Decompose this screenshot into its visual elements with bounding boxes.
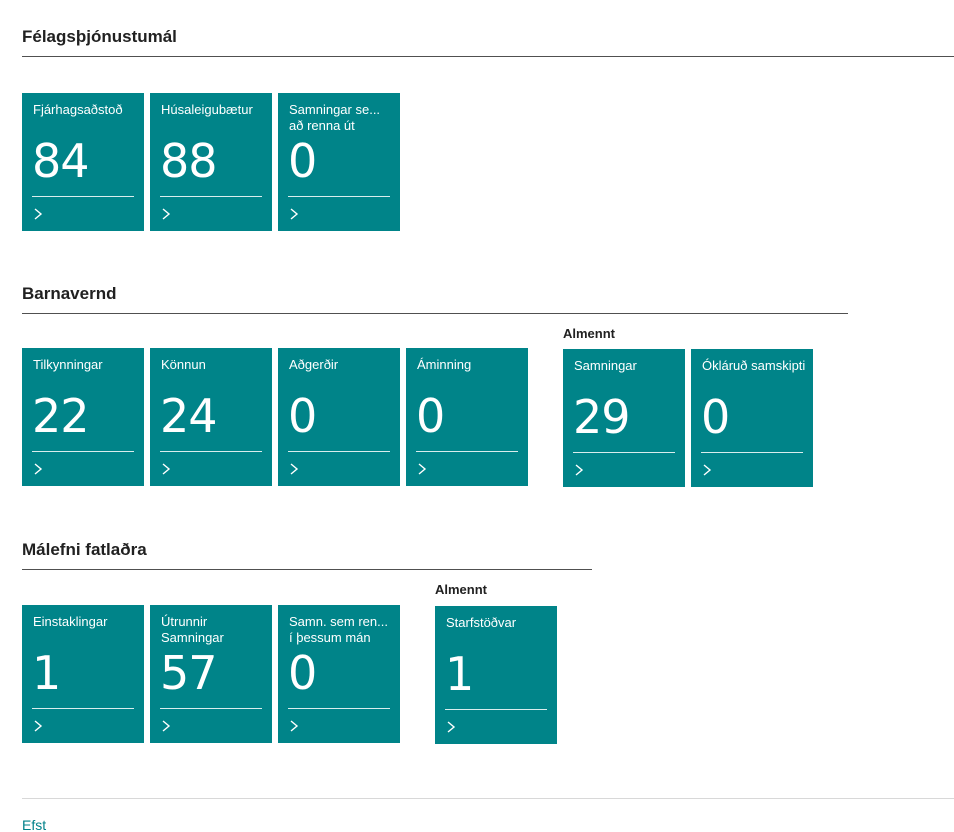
chevron-right-icon [162, 208, 171, 220]
chevron-right-icon [34, 208, 43, 220]
tile-caption: Samningar se... að renna út [289, 102, 381, 133]
tile-divider [160, 451, 262, 452]
tile-value: 0 [288, 646, 317, 700]
tile-konnun[interactable]: Könnun 24 [150, 348, 272, 486]
tile-value: 29 [573, 390, 631, 444]
tile-value: 84 [32, 134, 90, 188]
tile-caption: Aðgerðir [289, 357, 339, 372]
tile-divider [288, 196, 390, 197]
chevron-right-icon [703, 464, 712, 476]
chevron-right-icon [290, 720, 299, 732]
tile-fjarhagsadstod[interactable]: Fjárhagsaðstoð 84 [22, 93, 144, 231]
tile-divider [32, 196, 134, 197]
chevron-right-icon [575, 464, 584, 476]
tile-value: 0 [701, 390, 730, 444]
tile-value: 1 [32, 646, 61, 700]
tile-value: 57 [160, 646, 218, 700]
tile-caption: Könnun [161, 357, 206, 372]
footer-divider [22, 798, 954, 799]
chevron-right-icon [162, 463, 171, 475]
tile-divider [573, 452, 675, 453]
section-divider [22, 313, 848, 314]
chevron-right-icon [447, 721, 456, 733]
chevron-right-icon [34, 463, 43, 475]
tile-oklarud-samskipti[interactable]: Ókláruð samskipti 0 [691, 349, 813, 487]
tile-samn-sem-renna[interactable]: Samn. sem ren... í þessum mán 0 [278, 605, 400, 743]
back-to-top-link[interactable]: Efst [22, 817, 46, 832]
tile-samningar[interactable]: Samningar 29 [563, 349, 685, 487]
section-divider [22, 569, 592, 570]
tile-value: 0 [288, 389, 317, 443]
tile-divider [416, 451, 518, 452]
tile-caption: Húsaleigubætur [161, 102, 253, 117]
section-title: Málefni fatlaðra [22, 540, 147, 559]
tile-caption: Tilkynningar [33, 357, 103, 372]
tile-divider [288, 708, 390, 709]
tile-value: 1 [445, 647, 474, 701]
tile-einstaklingar[interactable]: Einstaklingar 1 [22, 605, 144, 743]
tile-husaleigubaetur[interactable]: Húsaleigubætur 88 [150, 93, 272, 231]
tile-caption: Ókláruð samskipti [702, 358, 806, 373]
tile-utrunnir-samningar[interactable]: Útrunnir Samningar 57 [150, 605, 272, 743]
tile-caption: Starfstöðvar [446, 615, 517, 630]
tile-starfstodvar[interactable]: Starfstöðvar 1 [435, 606, 557, 744]
tile-value: 24 [160, 389, 218, 443]
chevron-right-icon [290, 208, 299, 220]
chevron-right-icon [34, 720, 43, 732]
tile-divider [160, 196, 262, 197]
tile-divider [445, 709, 547, 710]
tile-divider [32, 451, 134, 452]
tile-caption: Útrunnir Samningar [161, 614, 224, 645]
section-title: Félagsþjónustumál [22, 27, 177, 46]
tile-value: 22 [32, 389, 90, 443]
section-title: Barnavernd [22, 284, 117, 303]
tile-divider [701, 452, 803, 453]
tile-aminning[interactable]: Áminning 0 [406, 348, 528, 486]
tile-caption: Samn. sem ren... í þessum mán [289, 614, 388, 645]
chevron-right-icon [162, 720, 171, 732]
tile-caption: Samningar [574, 358, 637, 373]
tile-divider [160, 708, 262, 709]
tile-tilkynningar[interactable]: Tilkynningar 22 [22, 348, 144, 486]
tile-caption: Áminning [417, 357, 472, 372]
tile-value: 0 [288, 134, 317, 188]
tile-caption: Einstaklingar [33, 614, 108, 629]
group-label-almennt: Almennt [563, 326, 615, 341]
tile-value: 88 [160, 134, 218, 188]
role-center-page: Félagsþjónustumál Fjárhagsaðstoð 84 Húsa… [0, 0, 954, 832]
tile-divider [32, 708, 134, 709]
tile-value: 0 [416, 389, 445, 443]
chevron-right-icon [418, 463, 427, 475]
chevron-right-icon [290, 463, 299, 475]
tile-divider [288, 451, 390, 452]
tile-adgerdir[interactable]: Aðgerðir 0 [278, 348, 400, 486]
group-label-almennt: Almennt [435, 582, 487, 597]
tile-samningar-renna-ut[interactable]: Samningar se... að renna út 0 [278, 93, 400, 231]
tile-caption: Fjárhagsaðstoð [33, 102, 123, 117]
section-divider [22, 56, 954, 57]
